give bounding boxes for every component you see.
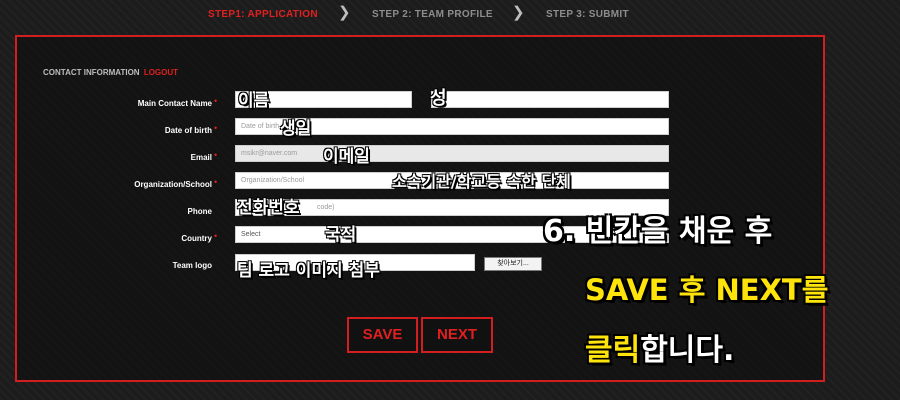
chevron-right-icon: ❯ [338, 4, 351, 21]
instruction-line-2: SAVE 후 NEXT를 [585, 273, 829, 307]
annotation-first-name: 이름 [238, 91, 270, 111]
email-label: Email [190, 153, 212, 162]
instruction-line-1: 6. 빈칸을 채운 후 [543, 214, 773, 249]
step-3-submit[interactable]: STEP 3: SUBMIT [546, 9, 629, 20]
date-of-birth-label: Date of birth [164, 126, 212, 135]
steps-bar: STEP1: APPLICATION ❯ STEP 2: TEAM PROFIL… [0, 0, 900, 30]
contact-information-header: CONTACT INFORMATION LOGOUT [43, 68, 178, 77]
required-marker: • [214, 123, 218, 133]
save-button[interactable]: SAVE [347, 317, 418, 353]
email-field[interactable]: msikr@naver.com [235, 145, 669, 162]
chevron-right-icon: ❯ [512, 4, 525, 21]
email-value: msikr@naver.com [241, 150, 298, 157]
required-marker: • [214, 96, 218, 106]
country-label: Country [181, 234, 212, 243]
annotation-email: 이메일 [323, 147, 370, 167]
country-selected-value: Select [241, 231, 261, 238]
team-logo-label: Team logo [172, 261, 212, 270]
next-button[interactable]: NEXT [421, 317, 493, 353]
step-1-application[interactable]: STEP1: APPLICATION [208, 9, 318, 20]
annotation-birth: 생일 [280, 119, 312, 139]
annotation-last-name: 성 [430, 88, 447, 109]
organization-placeholder: Organization/School [241, 177, 305, 184]
instruction-line-3: 클릭합니다. [585, 333, 735, 368]
main-contact-name-label: Main Contact Name [137, 99, 212, 108]
annotation-organization: 소속기관/학교등 속한 단체 [392, 172, 571, 191]
required-marker: • [214, 177, 218, 187]
step-2-team-profile[interactable]: STEP 2: TEAM PROFILE [372, 9, 493, 20]
annotation-country: 국적 [325, 225, 357, 245]
annotation-team-logo: 팀 로고 이미지 첨부 [237, 261, 380, 281]
annotation-phone: 전화번호 [237, 198, 300, 218]
phone-label: Phone [187, 207, 212, 216]
required-marker: • [214, 231, 218, 241]
date-of-birth-placeholder: Date of birth [241, 123, 280, 130]
organization-label: Organization/School [134, 180, 212, 189]
logout-link[interactable]: LOGOUT [144, 68, 178, 77]
contact-information-title: CONTACT INFORMATION [43, 68, 140, 77]
phone-placeholder: code) [317, 204, 335, 211]
required-marker: • [214, 150, 218, 160]
last-name-input[interactable] [431, 91, 669, 108]
browse-file-button[interactable]: 찾아보기... [484, 257, 542, 271]
